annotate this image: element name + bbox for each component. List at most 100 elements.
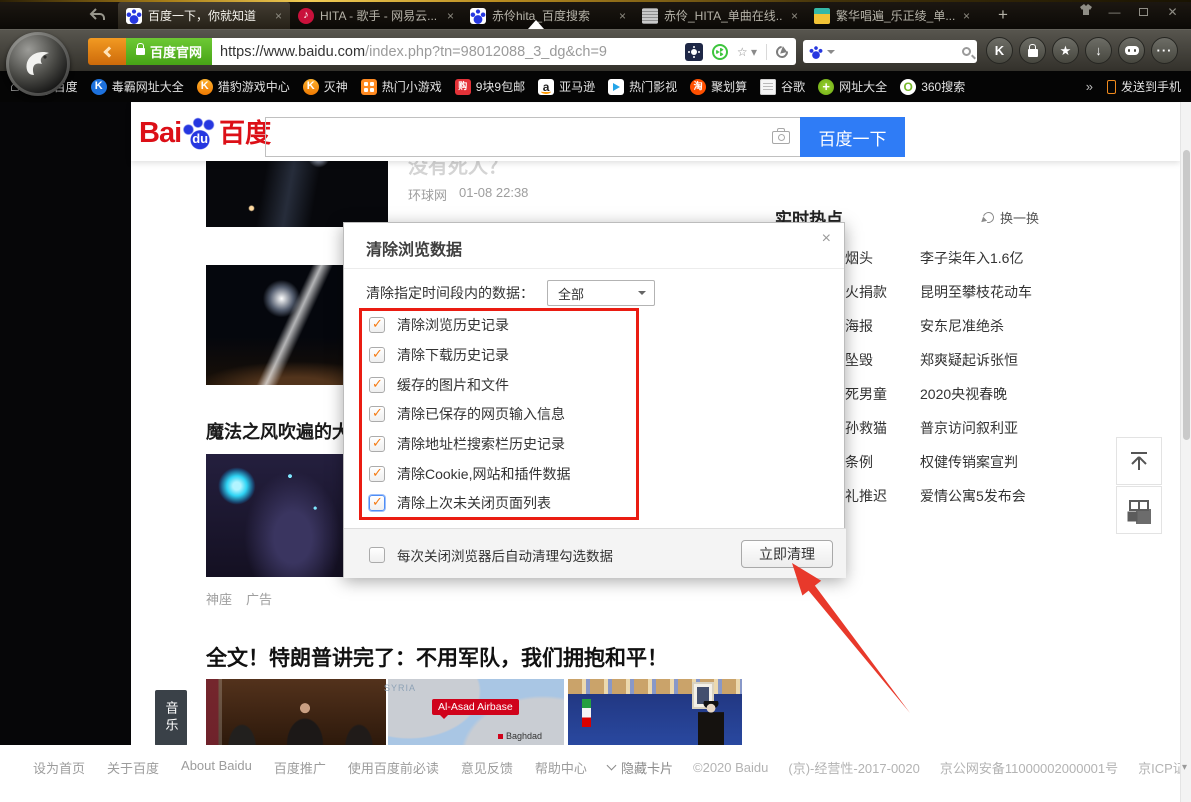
music-side-tab[interactable]: 音乐 <box>155 690 187 746</box>
footer-link[interactable]: 关于百度 <box>107 758 159 777</box>
tab-close-icon[interactable]: × <box>617 9 626 23</box>
privacy-lock-button[interactable] <box>1019 37 1046 64</box>
page-footer: 设为首页 关于百度 About Baidu 百度推广 使用百度前必读 意见反馈 帮助中心 隐… <box>0 745 1180 785</box>
hide-card-toggle[interactable]: 隐藏卡片 <box>608 758 673 777</box>
korange-icon <box>197 79 213 95</box>
footer-link[interactable]: 使用百度前必读 <box>348 758 439 777</box>
close-button[interactable]: ✕ <box>1160 3 1185 22</box>
hot-topic-link[interactable]: 昆明至攀枝花动车 <box>920 282 1100 316</box>
bookmark-item[interactable]: 灭神 <box>303 78 348 95</box>
browser-tab[interactable]: 繁华唱遍_乐正绫_单... × <box>806 2 978 29</box>
address-bar[interactable]: 百度官网 https://www.baidu.com/index.php?tn=… <box>126 38 796 65</box>
hot-topic-link[interactable]: 2020央视春晚 <box>920 384 1100 418</box>
browser-tab[interactable]: HITA - 歌手 - 网易云... × <box>290 2 462 29</box>
bookmarks-button[interactable] <box>1052 37 1079 64</box>
page-scrollbar[interactable]: ▾ <box>1180 102 1191 802</box>
baidu-logo[interactable]: Bai du 百度 <box>139 113 271 150</box>
refresh-icon[interactable] <box>774 43 791 60</box>
baidu-logo-cn: 百度 <box>219 113 271 150</box>
map-airbase-label: Al-Asad Airbase <box>432 699 519 715</box>
bookmarks-overflow-chevron[interactable]: » <box>1086 79 1093 94</box>
bookmark-item[interactable]: 360搜索 <box>900 78 965 95</box>
search-engine-dropdown-icon[interactable] <box>827 50 835 54</box>
scrollbar-thumb[interactable] <box>1183 150 1190 440</box>
bookmark-item[interactable]: 毒霸网址大全 <box>91 78 184 95</box>
hot-topic-link[interactable]: 安东尼准绝杀 <box>920 316 1100 350</box>
browser-tab[interactable]: 百度一下，你就知道 × <box>118 2 290 29</box>
window-top-glow <box>0 0 1191 2</box>
icp-license[interactable]: 京ICP证 <box>1138 758 1186 777</box>
auto-clear-row[interactable]: 每次关闭浏览器后自动清理勾选数据 <box>369 545 613 565</box>
hot-topic-link[interactable]: 李子柒年入1.6亿 <box>920 248 1100 282</box>
plus-icon <box>818 79 834 95</box>
hide-card-label: 隐藏卡片 <box>621 758 673 777</box>
checkbox-unchecked[interactable] <box>369 547 385 563</box>
bookmark-label: 毒霸网址大全 <box>112 78 184 95</box>
toolbar-search-box[interactable] <box>803 40 977 63</box>
play-icon <box>608 79 624 95</box>
footer-link[interactable]: 设为首页 <box>33 758 85 777</box>
search-icon[interactable] <box>962 47 971 56</box>
skin-icon[interactable] <box>1073 3 1098 22</box>
favorite-star-icon[interactable] <box>737 43 757 60</box>
browser-tab[interactable]: 赤伶hita_百度搜索 × <box>462 2 634 29</box>
night-mode-icon[interactable] <box>685 43 703 61</box>
minimize-button[interactable]: — <box>1102 3 1127 22</box>
menu-more-button[interactable] <box>1151 37 1178 64</box>
boost-fan-icon[interactable] <box>712 44 728 60</box>
news-image-night-strike[interactable] <box>206 155 388 227</box>
bookmark-label: 聚划算 <box>711 78 747 95</box>
qr-code-button[interactable] <box>1116 486 1162 534</box>
scrollbar-down-arrow[interactable]: ▾ <box>1182 762 1187 773</box>
gift-icon <box>814 8 830 24</box>
tab-close-icon[interactable]: × <box>789 9 798 23</box>
back-to-top-button[interactable] <box>1116 437 1162 485</box>
hot-topic-link[interactable]: 郑爽疑起诉张恒 <box>920 350 1100 384</box>
bookmark-item[interactable]: 谷歌 <box>760 78 805 95</box>
trump-headline[interactable]: 全文！特朗普讲完了：不用军队，我们拥抱和平！ <box>206 642 668 672</box>
games-button[interactable] <box>1118 37 1145 64</box>
maximize-button[interactable] <box>1131 3 1156 22</box>
cheetah-browser-logo[interactable] <box>6 32 70 96</box>
footer-link[interactable]: About Baidu <box>181 758 252 777</box>
history-back-icon[interactable] <box>88 7 108 28</box>
baidu-search-field[interactable] <box>265 117 800 157</box>
bookmark-item[interactable]: 聚划算 <box>690 78 747 95</box>
bookmark-item[interactable]: 网址大全 <box>818 78 887 95</box>
bookmark-item[interactable]: 9块9包邮 <box>455 78 525 95</box>
back-button[interactable] <box>88 38 126 65</box>
duba-k-button[interactable] <box>986 37 1013 64</box>
bookmark-item[interactable]: 猎豹游戏中心 <box>197 78 290 95</box>
url-inline-icons <box>685 43 796 61</box>
bookmark-item[interactable]: 亚马逊 <box>538 78 595 95</box>
tao-icon <box>690 79 706 95</box>
footer-link[interactable]: 意见反馈 <box>461 758 513 777</box>
window-controls: — ✕ <box>1073 3 1185 22</box>
hot-topic-link[interactable]: 权健传销案宣判 <box>920 452 1100 486</box>
tab-close-icon[interactable]: × <box>445 9 454 23</box>
amazon-icon <box>538 79 554 95</box>
refresh-icon <box>981 210 996 225</box>
camera-icon[interactable] <box>772 131 790 144</box>
hot-topic-link[interactable]: 爱情公寓5发布会 <box>920 486 1100 520</box>
bookmark-item[interactable]: 热门影视 <box>608 78 677 95</box>
footer-link[interactable]: 百度推广 <box>274 758 326 777</box>
site-safety-badge[interactable]: 百度官网 <box>126 38 212 65</box>
toolbar-search-input[interactable] <box>839 44 958 60</box>
hot-topics-refresh[interactable]: 换一换 <box>983 208 1039 227</box>
new-tab-button[interactable]: + <box>988 2 1018 28</box>
ad-game-image[interactable] <box>206 454 346 577</box>
url-text[interactable]: https://www.baidu.com/index.php?tn=98012… <box>212 44 607 60</box>
footer-link[interactable]: 帮助中心 <box>535 758 587 777</box>
tab-close-icon[interactable]: × <box>961 9 970 23</box>
browser-tab[interactable]: 赤伶_HITA_单曲在线... × <box>634 2 806 29</box>
baidu-search-button[interactable]: 百度一下 <box>800 117 905 157</box>
send-to-phone[interactable]: 发送到手机 <box>1107 78 1181 95</box>
hot-topics-column-2: 李子柒年入1.6亿昆明至攀枝花动车安东尼准绝杀郑爽疑起诉张恒2020央视春晚普京… <box>920 248 1100 520</box>
tab-close-icon[interactable]: × <box>273 9 282 23</box>
bookmark-item[interactable]: 热门小游戏 <box>361 78 442 95</box>
downloads-button[interactable] <box>1085 37 1112 64</box>
baidu-search-input[interactable] <box>276 128 772 147</box>
police-registration[interactable]: 京公网安备11000002000001号 <box>940 758 1118 777</box>
hot-topic-link[interactable]: 普京访问叙利亚 <box>920 418 1100 452</box>
